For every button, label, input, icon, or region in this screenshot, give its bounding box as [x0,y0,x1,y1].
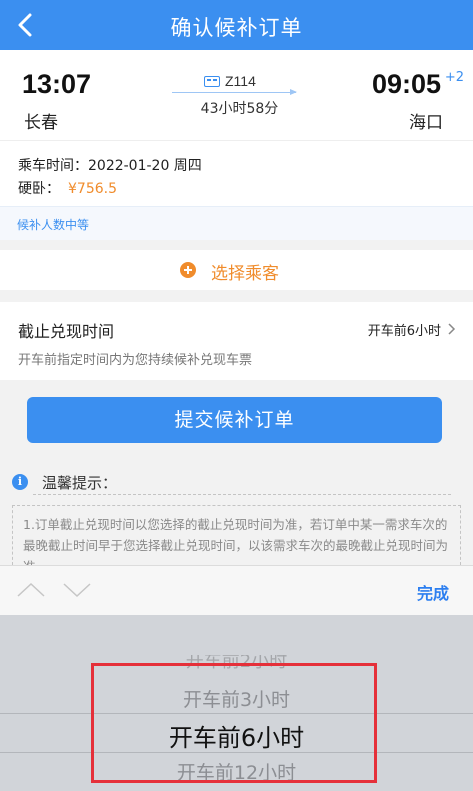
tips-title: 温馨提示： [42,474,118,492]
info-icon: i [12,474,28,490]
deadline-value: 开车前6小时 [367,324,441,339]
divider [0,240,473,250]
route-arrow [172,89,297,95]
travel-duration: 43小时58分 [200,101,279,117]
deadline-description: 开车前指定时间内为您持续候补兑现车票 [18,353,253,368]
departure-time: 13:07 [22,69,92,99]
day-offset-badge: +2 [444,70,464,85]
deadline-label: 截止兑现时间 [18,322,115,341]
arrival-station: 海口 [409,113,443,133]
seat-price-row: 硬卧： ¥756.5 [18,178,117,198]
header-bar: 确认候补订单 [0,0,473,50]
picker-toolbar: 完成 [0,565,473,615]
train-card: 13:07 长春 Z114 43小时58分 09:05 +2 海口 [0,50,473,140]
queue-status-text: 候补人数中等 [17,218,90,232]
page-title: 确认候补订单 [170,16,303,40]
chevron-up-icon[interactable] [16,580,46,600]
train-number-text: Z114 [225,73,256,89]
tips-box: 1.订单截止兑现时间以您选择的截止兑现时间为准，若订单中某一需求车次的最晚截止时… [12,505,461,565]
train-number: Z114 [204,72,256,90]
done-button[interactable]: 完成 [417,580,449,604]
ride-date-row: 乘车时间：2022-01-20 周四 [18,155,202,175]
tips-divider [33,494,451,495]
queue-status-bar: 候补人数中等 [0,206,473,240]
ticket-price: ¥756.5 [68,181,117,197]
ride-date-value: 2022-01-20 周四 [88,158,202,174]
train-ticket-icon [204,75,220,87]
divider [0,290,473,302]
choose-passenger-button[interactable]: 选择乘客 [0,250,473,290]
add-circle-icon [180,262,196,278]
submit-order-button[interactable]: 提交候补订单 [27,397,442,443]
chevron-down-icon[interactable] [62,580,92,600]
choose-passenger-label: 选择乘客 [211,264,279,284]
arrival-time: 09:05 [371,69,441,99]
ride-date-label: 乘车时间： [18,158,88,174]
seat-type-label: 硬卧： [18,181,60,197]
ticket-info: 乘车时间：2022-01-20 周四 硬卧： ¥756.5 [0,140,473,206]
tips-text: 1.订单截止兑现时间以您选择的截止兑现时间为准，若订单中某一需求车次的最晚截止时… [23,517,449,565]
deadline-row[interactable]: 截止兑现时间 开车前6小时 开车前指定时间内为您持续候补兑现车票 [0,302,473,380]
highlight-box [91,663,377,783]
chevron-right-icon [445,321,459,335]
